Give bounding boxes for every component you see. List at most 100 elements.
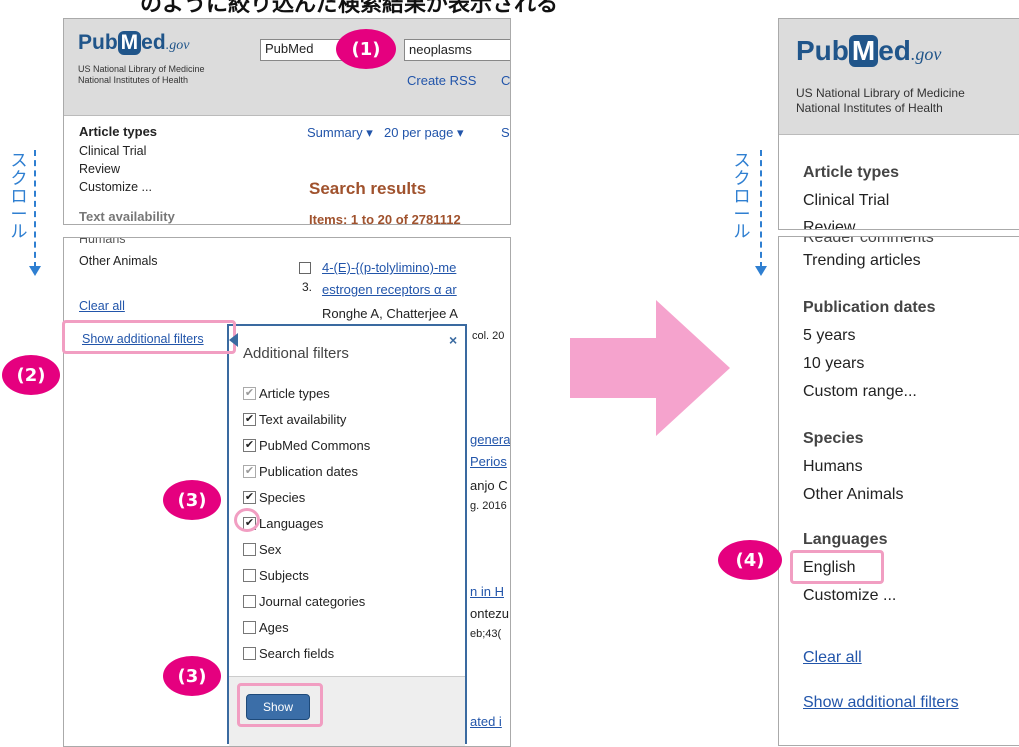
sort-dropdown-cut[interactable]: S <box>501 125 510 140</box>
filter-customize[interactable]: Customize ... <box>79 180 152 194</box>
species-heading: Species <box>803 430 864 447</box>
filter-option[interactable]: ✔ PubMed Commons <box>243 438 370 453</box>
checkbox-empty-icon[interactable] <box>243 569 256 582</box>
article-types-heading: Article types <box>79 124 158 139</box>
languages-heading: Languages <box>803 531 888 548</box>
items-count: Items: 1 to 20 of 2781112 <box>309 212 461 225</box>
filter-option-label: PubMed Commons <box>259 438 371 453</box>
pubmed-header-right: Pub Med.gov US National Library of Medici… <box>779 19 1019 135</box>
popup-title: Additional filters <box>243 345 349 362</box>
filter-option-label: Languages <box>259 516 324 531</box>
filter-option[interactable]: Sex <box>243 542 281 557</box>
filter-option-label: Ages <box>259 620 289 635</box>
checkbox-checked-icon[interactable]: ✔ <box>243 439 256 452</box>
pointer-triangle <box>229 333 238 347</box>
filter-review[interactable]: Review <box>79 162 120 176</box>
step-1-badge: (1) <box>336 29 396 69</box>
result3-journal: eb;43( <box>470 628 502 640</box>
filter-option-label: Sex <box>259 542 282 557</box>
checkbox-checked-icon[interactable]: ✔ <box>243 387 256 400</box>
filter-humans[interactable]: Humans <box>803 458 863 476</box>
article-types-heading-right: Article types <box>803 164 900 181</box>
cut-heading: Text availability <box>79 209 175 224</box>
scroll-line-left <box>34 150 36 268</box>
per-page-dropdown[interactable]: 20 per page ▾ <box>384 125 464 141</box>
result-title-line2[interactable]: estrogen receptors α ar <box>322 282 457 297</box>
scroll-label-left: スクロール <box>10 151 28 243</box>
left-top-panel: Pub Med.gov US National Library of Medici… <box>63 18 511 225</box>
search-results-heading: Search results <box>309 179 427 198</box>
step-2-badge: (2) <box>2 355 60 395</box>
result-number: 3. <box>302 280 313 294</box>
filter-option-label: Article types <box>259 386 330 401</box>
filter-option-label: Journal categories <box>259 594 366 609</box>
checkbox-checked-icon[interactable]: ✔ <box>243 491 256 504</box>
right-arrow-icon <box>570 300 730 436</box>
highlight-show-button <box>237 683 323 727</box>
right-bottom-panel: Reader comments Trending articles Public… <box>778 236 1019 746</box>
filter-5-years[interactable]: 5 years <box>803 327 855 345</box>
scroll-label-right: スクロール <box>733 151 751 243</box>
scroll-line-right <box>760 150 762 268</box>
result3-title[interactable]: n in H <box>470 584 504 599</box>
cut-item-right: Review <box>803 219 856 230</box>
filter-option-label: Subjects <box>259 568 309 583</box>
result-title-line1[interactable]: 4-(E)-{(p-tolylimino)-me <box>322 260 456 275</box>
checkbox-empty-icon[interactable] <box>243 595 256 608</box>
scroll-arrow-right-icon <box>755 266 767 276</box>
clear-all-link-right[interactable]: Clear all <box>803 649 862 667</box>
pubmed-logo-right[interactable]: Pub Med.gov <box>796 35 941 67</box>
pub-dates-heading: Publication dates <box>803 299 936 316</box>
step-3a-badge: (3) <box>163 480 221 520</box>
filter-clinical-trial[interactable]: Clinical Trial <box>79 144 146 158</box>
result4-title[interactable]: ated i <box>470 714 502 729</box>
clear-all-link[interactable]: Clear all <box>79 299 125 313</box>
filter-customize-right[interactable]: Customize ... <box>803 587 896 605</box>
filter-option-label: Text availability <box>259 412 347 427</box>
right-top-panel: Pub Med.gov US National Library of Medici… <box>778 18 1019 230</box>
page-caption: のように絞り込んだ検索結果が表示される <box>140 0 559 17</box>
nlm-text: US National Library of Medicine National … <box>78 64 205 86</box>
filter-option[interactable]: ✔ Publication dates <box>243 464 358 479</box>
result2-title-line2[interactable]: Perios <box>470 454 507 469</box>
step-4-badge: (4) <box>718 540 782 580</box>
filter-other-animals-right[interactable]: Other Animals <box>803 486 903 504</box>
checkbox-checked-icon[interactable]: ✔ <box>243 413 256 426</box>
checkbox-empty-icon[interactable] <box>243 647 256 660</box>
result2-title-line1[interactable]: genera <box>470 432 510 447</box>
pubmed-header: Pub Med.gov US National Library of Medici… <box>64 19 510 116</box>
result-checkbox[interactable] <box>299 262 311 274</box>
filter-custom-range[interactable]: Custom range... <box>803 383 917 401</box>
filter-option[interactable]: ✔ Article types <box>243 386 330 401</box>
trending-articles[interactable]: Trending articles <box>803 252 921 270</box>
highlight-english <box>790 550 884 584</box>
filter-other-animals[interactable]: Other Animals <box>79 254 158 268</box>
filter-option[interactable]: Journal categories <box>243 594 365 609</box>
popup-close-icon[interactable]: × <box>449 332 457 348</box>
filter-option[interactable]: ✔ Species <box>243 490 305 505</box>
filter-option-label: Species <box>259 490 306 505</box>
pubmed-logo[interactable]: Pub Med.gov <box>78 31 189 55</box>
checkbox-checked-icon[interactable]: ✔ <box>243 465 256 478</box>
filter-option[interactable]: ✔ Text availability <box>243 412 346 427</box>
search-input[interactable]: neoplasms <box>404 39 510 61</box>
truncated-link[interactable]: C <box>501 73 510 88</box>
checkbox-empty-icon[interactable] <box>243 621 256 634</box>
step-3b-badge: (3) <box>163 656 221 696</box>
additional-filters-popup: Additional filters × ✔ Article types ✔ Text… <box>227 324 467 746</box>
checkbox-empty-icon[interactable] <box>243 543 256 556</box>
filter-option[interactable]: Subjects <box>243 568 309 583</box>
filter-10-years[interactable]: 10 years <box>803 355 864 373</box>
result2-authors: anjo C <box>470 478 508 493</box>
nlm-text-right: US National Library of Medicine National … <box>796 86 965 115</box>
filter-option[interactable]: Search fields <box>243 646 334 661</box>
scroll-arrow-left-icon <box>29 266 41 276</box>
clinical-trial-right[interactable]: Clinical Trial <box>803 192 889 210</box>
filter-option[interactable]: Ages <box>243 620 289 635</box>
summary-dropdown[interactable]: Summary ▾ <box>307 125 373 141</box>
filter-option-label: Search fields <box>259 646 335 661</box>
result-authors: Ronghe A, Chatterjee A <box>322 306 458 321</box>
result3-authors: ontezu <box>470 606 510 621</box>
create-rss-link[interactable]: Create RSS <box>407 73 476 88</box>
show-additional-filters-right[interactable]: Show additional filters <box>803 694 959 712</box>
